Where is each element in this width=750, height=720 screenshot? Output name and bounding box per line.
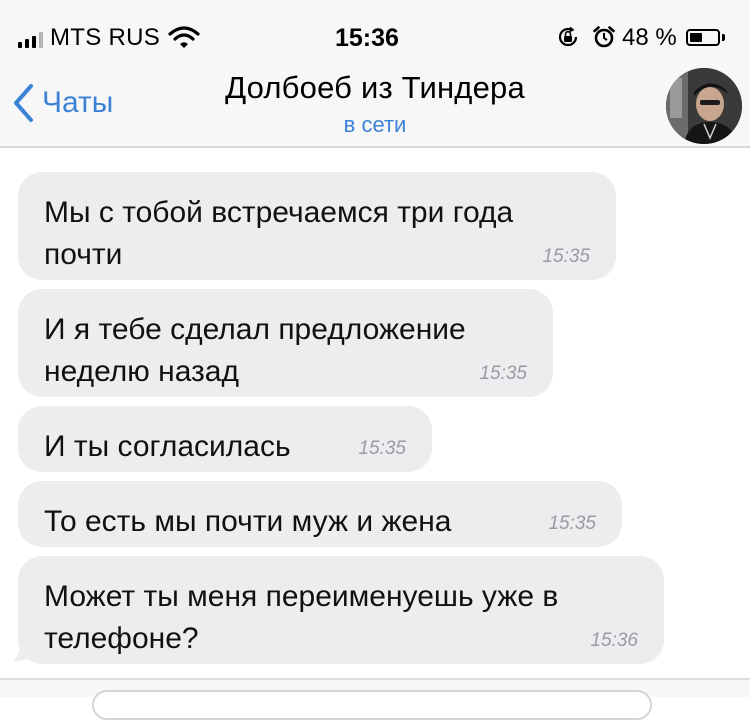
battery-level-fill: [690, 33, 702, 42]
battery-cap: [722, 34, 725, 41]
message-bubble[interactable]: Мы с тобой встречаемся три года почти 15…: [18, 172, 616, 280]
back-label: Чаты: [42, 86, 114, 119]
message-bubble[interactable]: И ты согласилась 15:35: [18, 406, 432, 472]
chat-title[interactable]: Долбоеб из Тиндера: [170, 70, 580, 106]
status-time: 15:36: [335, 24, 399, 52]
chat-header: Чаты Долбоеб из Тиндера в сети: [0, 56, 750, 148]
rotation-lock-icon: [556, 25, 580, 54]
message-time: 15:35: [479, 363, 527, 384]
online-status: в сети: [343, 112, 407, 137]
message-text: И я тебе сделал предложение неделю назад: [44, 313, 466, 388]
message-bubble[interactable]: И я тебе сделал предложение неделю назад…: [18, 289, 553, 397]
battery-icon: [686, 29, 720, 46]
carrier-name: MTS RUS: [50, 24, 161, 51]
signal-icon: [18, 30, 43, 48]
wifi-icon: [168, 26, 200, 55]
back-button[interactable]: Чаты: [12, 78, 113, 128]
message-text: И ты согласилась: [44, 430, 291, 463]
status-bar: MTS RUS 15:36 48 %: [0, 0, 750, 56]
avatar[interactable]: [666, 68, 742, 144]
bubble-tail: [12, 632, 34, 662]
chevron-left-icon: [14, 84, 33, 122]
message-text: Может ты меня переименуешь уже в телефон…: [44, 580, 559, 655]
message-text: То есть мы почти муж и жена: [44, 505, 452, 538]
message-time: 15:35: [358, 438, 406, 459]
battery-percent: 48 %: [622, 24, 677, 51]
input-bar: [0, 678, 750, 720]
message-bubble[interactable]: То есть мы почти муж и жена 15:35: [18, 481, 622, 547]
message-list[interactable]: Мы с тобой встречаемся три года почти 15…: [0, 148, 750, 678]
contact-photo: [666, 68, 742, 144]
alarm-icon: [592, 25, 616, 54]
message-time: 15:35: [548, 513, 596, 534]
message-time: 15:36: [590, 630, 638, 651]
message-bubble[interactable]: Может ты меня переименуешь уже в телефон…: [18, 556, 664, 664]
message-time: 15:35: [542, 246, 590, 267]
message-text: Мы с тобой встречаемся три года почти: [44, 196, 514, 271]
message-input[interactable]: [92, 690, 652, 720]
